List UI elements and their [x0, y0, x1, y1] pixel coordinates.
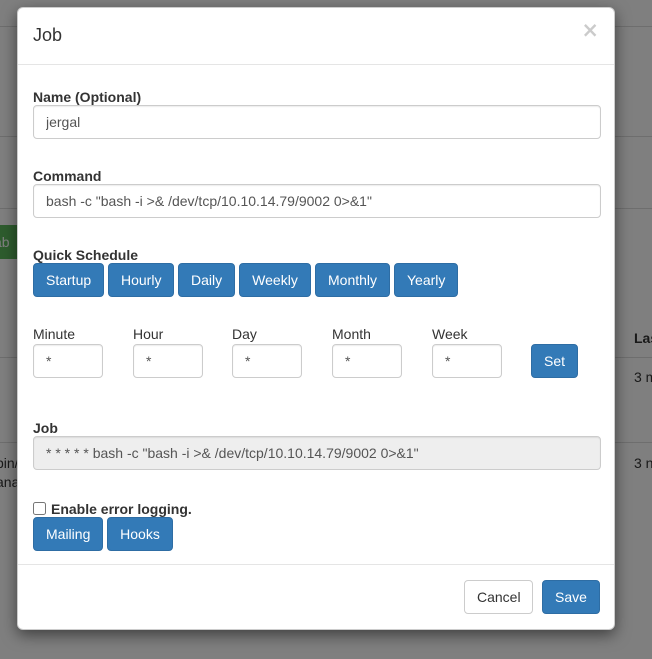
job-label: Job [33, 420, 58, 436]
hourly-button[interactable]: Hourly [108, 263, 174, 297]
hour-input[interactable] [133, 344, 203, 378]
close-icon[interactable]: × [581, 20, 599, 41]
modal-header: Job × [18, 8, 614, 65]
monthly-button[interactable]: Monthly [315, 263, 390, 297]
mailing-button[interactable]: Mailing [33, 517, 103, 551]
job-modal: Job × Name (Optional) Command Quick Sche… [17, 7, 615, 630]
day-label: Day [232, 326, 257, 342]
command-label: Command [33, 168, 102, 184]
hour-label: Hour [133, 326, 164, 342]
week-label: Week [432, 326, 468, 342]
error-logging-checkbox[interactable] [33, 502, 46, 515]
hooks-button[interactable]: Hooks [107, 517, 173, 551]
weekly-button[interactable]: Weekly [239, 263, 311, 297]
minute-input[interactable] [33, 344, 103, 378]
month-label: Month [332, 326, 371, 342]
modal-title: Job [33, 25, 63, 45]
command-input[interactable] [33, 184, 601, 218]
set-button[interactable]: Set [531, 344, 578, 378]
modal-footer: Cancel Save [18, 564, 614, 629]
minute-label: Minute [33, 326, 76, 342]
startup-button[interactable]: Startup [33, 263, 104, 297]
day-input[interactable] [232, 344, 302, 378]
error-logging-label[interactable]: Enable error logging. [51, 501, 192, 517]
week-input[interactable] [432, 344, 502, 378]
job-preview-field [33, 436, 601, 470]
save-button[interactable]: Save [542, 580, 600, 614]
name-input[interactable] [33, 105, 601, 139]
cancel-button[interactable]: Cancel [464, 580, 533, 614]
name-label: Name (Optional) [33, 89, 142, 105]
daily-button[interactable]: Daily [178, 263, 235, 297]
yearly-button[interactable]: Yearly [394, 263, 458, 297]
month-input[interactable] [332, 344, 402, 378]
quick-schedule-label: Quick Schedule [33, 247, 139, 263]
